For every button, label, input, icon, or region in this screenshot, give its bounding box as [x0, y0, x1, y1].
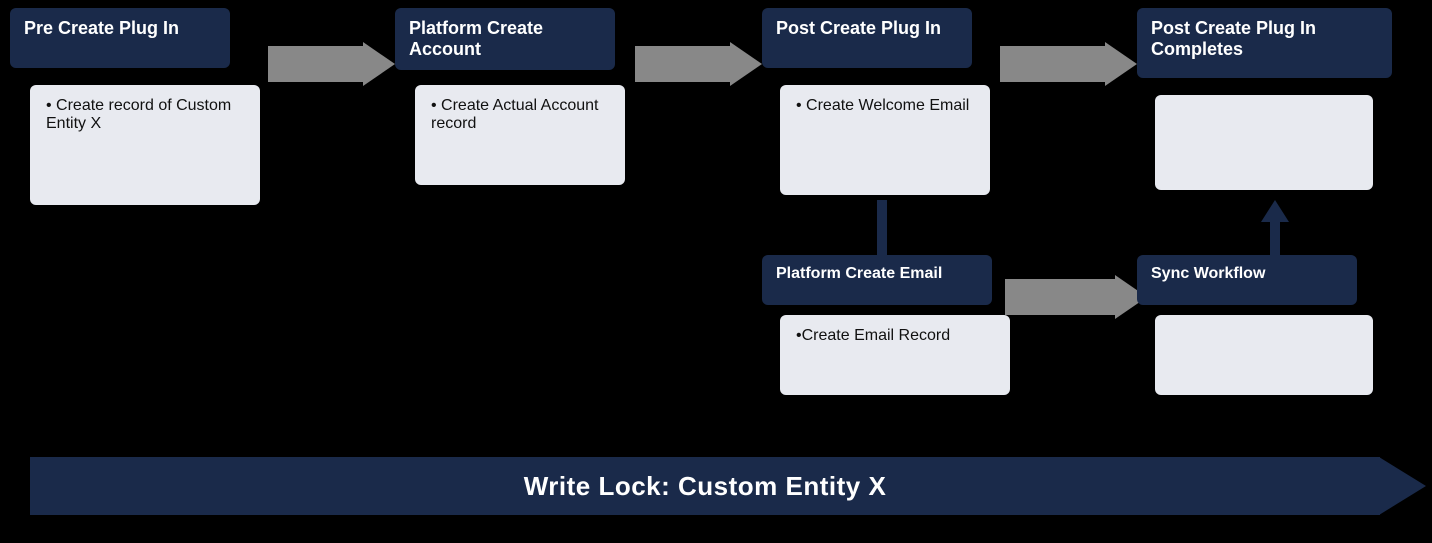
arrow-2 — [635, 42, 762, 86]
vertical-arrow-1-body — [877, 200, 887, 255]
vertical-arrow-2-body — [1270, 222, 1280, 274]
arrow-1-body — [268, 46, 363, 82]
platform-create-action: • Create Actual Account record — [431, 97, 598, 132]
post-create-completes-label: Post Create Plug In Completes — [1151, 18, 1316, 59]
vertical-arrow-1 — [877, 200, 887, 255]
platform-create-action-box: • Create Actual Account record — [415, 85, 625, 185]
write-lock-text: Write Lock: Custom Entity X — [524, 471, 887, 502]
platform-email-action-box: •Create Email Record — [780, 315, 1010, 395]
arrow-3-body — [1000, 46, 1105, 82]
post-create-box: Post Create Plug In — [762, 8, 972, 68]
platform-email-box: Platform Create Email — [762, 255, 992, 305]
pre-create-box: Pre Create Plug In — [10, 8, 230, 68]
platform-create-box: Platform Create Account — [395, 8, 615, 70]
arrow-3 — [1000, 42, 1137, 86]
arrow-4-body — [1005, 279, 1115, 315]
sync-workflow-box: Sync Workflow — [1137, 255, 1357, 305]
post-create-action-box: • Create Welcome Email — [780, 85, 990, 195]
arrow-3-head — [1105, 42, 1137, 86]
arrow-2-body — [635, 46, 730, 82]
sync-workflow-label: Sync Workflow — [1151, 265, 1265, 282]
platform-create-label: Platform Create Account — [409, 18, 543, 59]
write-lock-arrowhead — [1379, 457, 1426, 515]
arrow-4 — [1005, 275, 1147, 319]
pre-create-label: Pre Create Plug In — [24, 18, 179, 38]
pre-create-action: • Create record of Custom Entity X — [46, 97, 231, 132]
write-lock-arrow: Write Lock: Custom Entity X — [30, 457, 1380, 515]
arrow-1-head — [363, 42, 395, 86]
vertical-arrow-2-head — [1261, 200, 1289, 222]
vertical-arrow-2 — [1261, 200, 1289, 274]
sync-workflow-action-box — [1155, 315, 1373, 395]
post-create-completes-action-box — [1155, 95, 1373, 190]
platform-email-action: •Create Email Record — [796, 327, 950, 344]
arrow-1 — [268, 42, 395, 86]
platform-email-label: Platform Create Email — [776, 265, 942, 282]
post-create-action: • Create Welcome Email — [796, 97, 969, 114]
pre-create-action-box: • Create record of Custom Entity X — [30, 85, 260, 205]
arrow-2-head — [730, 42, 762, 86]
post-create-completes-box: Post Create Plug In Completes — [1137, 8, 1392, 78]
diagram-container: Pre Create Plug In • Create record of Cu… — [0, 0, 1432, 543]
post-create-label: Post Create Plug In — [776, 18, 941, 38]
